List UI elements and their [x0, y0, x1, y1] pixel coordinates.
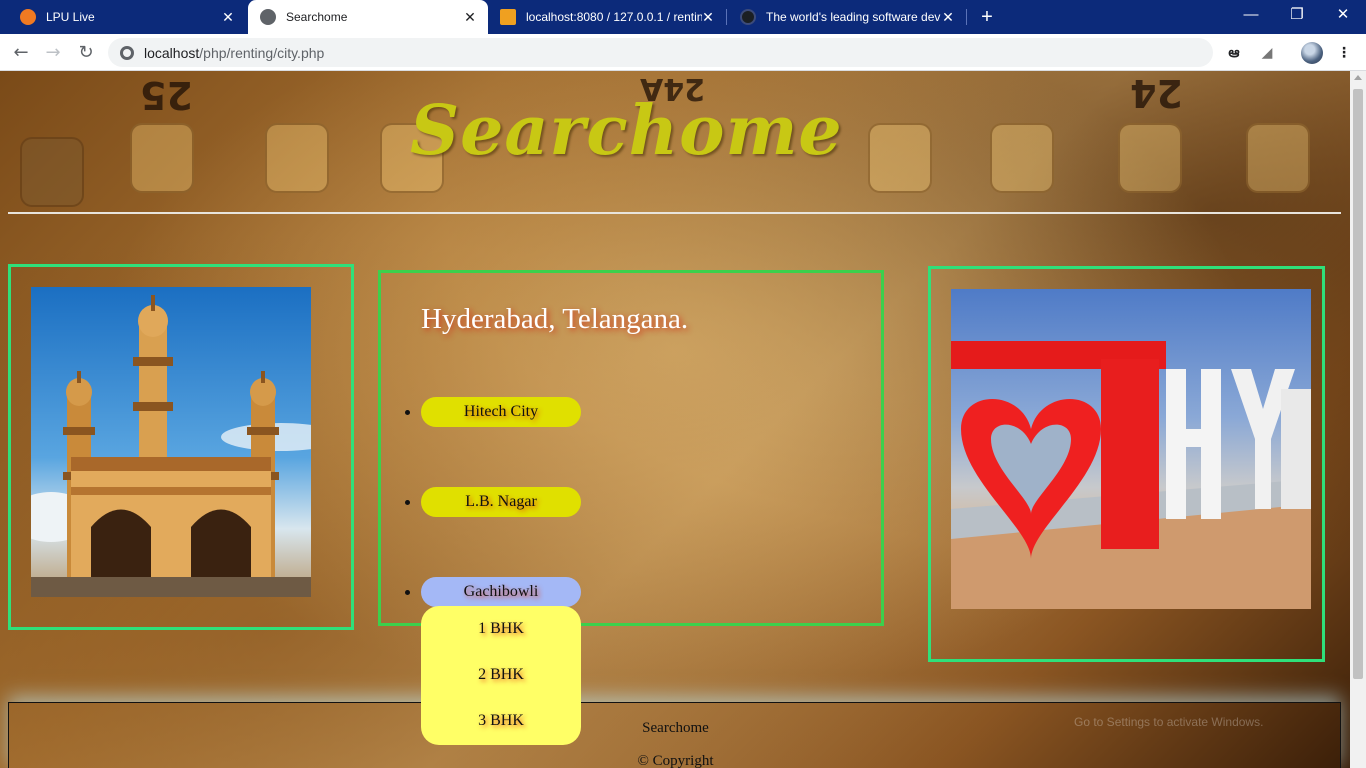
tab-close-icon[interactable]: ✕	[940, 9, 956, 25]
charminar-image	[31, 287, 311, 597]
menu-icon[interactable]: ⋮	[1334, 43, 1354, 63]
lpu-favicon-icon	[20, 9, 36, 25]
github-icon	[740, 9, 756, 25]
url-host: localhost	[144, 44, 200, 61]
city-info-card: Hyderabad, Telangana. Hitech City L.B. N…	[378, 270, 884, 626]
film-hole	[1118, 123, 1182, 193]
charminar-illustration	[31, 295, 311, 597]
list-bullet	[405, 590, 410, 595]
address-bar[interactable]: localhost/php/renting/city.php	[108, 38, 1213, 67]
film-hole	[990, 123, 1054, 193]
area-label: Gachibowli	[463, 583, 539, 600]
tab-close-icon[interactable]: ✕	[700, 9, 716, 25]
dropdown-item-2bhk[interactable]: 2 BHK	[421, 666, 581, 684]
tab-close-icon[interactable]: ✕	[220, 9, 236, 25]
area-link-lb-nagar[interactable]: L.B. Nagar	[405, 487, 581, 517]
area-label: L.B. Nagar	[465, 493, 537, 510]
film-hole	[868, 123, 932, 193]
love-hyd-illustration	[951, 341, 1311, 609]
tab-phpmyadmin[interactable]: localhost:8080 / 127.0.0.1 / rentin ✕	[488, 0, 726, 34]
dropdown-item-1bhk[interactable]: 1 BHK	[421, 620, 581, 638]
bhk-dropdown-menu: 1 BHK 2 BHK 3 BHK	[421, 606, 581, 745]
globe-icon	[260, 9, 276, 25]
footer-copyright: © Copyright	[637, 753, 714, 768]
minimize-icon[interactable]: —	[1228, 0, 1274, 30]
film-hole	[130, 123, 194, 193]
globe-icon	[120, 45, 134, 60]
avatar[interactable]	[1301, 42, 1323, 64]
phpmyadmin-icon	[500, 9, 516, 25]
tab-lpu-live[interactable]: LPU Live ✕	[8, 0, 246, 34]
tab-title: LPU Live	[46, 10, 95, 24]
area-label: Hitech City	[463, 403, 539, 420]
back-icon[interactable]: ←	[8, 40, 34, 66]
windows-activation-watermark: Go to Settings to activate Windows.	[1074, 715, 1264, 729]
performance-icon[interactable]: ◢	[1257, 43, 1277, 63]
scrollbar-thumb[interactable]	[1353, 89, 1363, 679]
site-logo[interactable]: Searchome	[410, 91, 842, 186]
extension-icon[interactable]: ఆ	[1224, 43, 1244, 63]
tab-close-icon[interactable]: ✕	[462, 9, 478, 25]
restore-icon[interactable]: ❐	[1274, 0, 1320, 30]
tab-github[interactable]: The world's leading software dev ✕	[728, 0, 966, 34]
page-content: 25 24A 24 Searchome Hyderabad, Telangana…	[0, 71, 1350, 768]
film-hole	[20, 137, 84, 207]
film-number: 25	[140, 73, 193, 117]
header-divider	[8, 212, 1341, 214]
tab-separator	[966, 9, 967, 25]
page-footer: Searchome © Copyright	[8, 702, 1341, 768]
browser-tab-bar: LPU Live ✕ Searchome ✕ localhost:8080 / …	[0, 0, 1366, 34]
area-link-hitech-city[interactable]: Hitech City	[405, 397, 581, 427]
page-scrollbar[interactable]	[1350, 71, 1366, 768]
area-link-gachibowli[interactable]: Gachibowli	[405, 577, 581, 607]
reload-icon[interactable]: ↻	[73, 40, 99, 66]
browser-toolbar: ← → ↻ localhost/php/renting/city.php ఆ ◢…	[0, 34, 1366, 71]
forward-icon[interactable]: →	[40, 40, 66, 66]
tab-title: localhost:8080 / 127.0.0.1 / rentin	[526, 10, 702, 24]
tab-separator	[726, 9, 727, 25]
film-hole	[265, 123, 329, 193]
film-number: 24	[1130, 71, 1183, 115]
dropdown-item-3bhk[interactable]: 3 BHK	[421, 712, 581, 730]
url-text: localhost/php/renting/city.php	[144, 45, 324, 61]
tab-searchome[interactable]: Searchome ✕	[248, 0, 488, 34]
tab-title: The world's leading software dev	[766, 10, 941, 24]
plus-icon[interactable]: +	[976, 6, 998, 28]
close-icon[interactable]: ✕	[1320, 0, 1366, 30]
tab-title: Searchome	[286, 10, 348, 24]
list-bullet	[405, 500, 410, 505]
list-bullet	[405, 410, 410, 415]
page-title: Hyderabad, Telangana.	[421, 303, 689, 335]
right-image-card	[928, 266, 1325, 662]
scroll-up-icon[interactable]	[1354, 75, 1362, 80]
love-hyd-sign-image	[951, 289, 1311, 609]
film-hole	[1246, 123, 1310, 193]
left-image-card	[8, 264, 354, 630]
url-path: /php/renting/city.php	[199, 44, 325, 61]
